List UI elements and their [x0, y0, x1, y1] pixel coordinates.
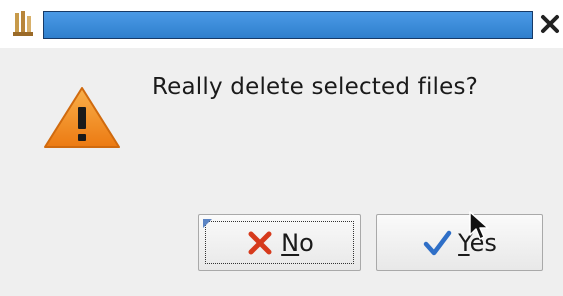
title-bar[interactable]	[0, 0, 563, 48]
mouse-cursor-icon	[469, 211, 489, 240]
yes-mnemonic: Y	[458, 228, 470, 257]
x-mark-icon	[248, 231, 272, 254]
no-button-label: No	[281, 229, 314, 257]
no-button[interactable]: No	[198, 214, 361, 271]
checkmark-icon	[423, 230, 452, 255]
no-mnemonic: N	[281, 228, 300, 257]
yes-button[interactable]: Yes	[376, 214, 543, 271]
close-icon[interactable]	[540, 14, 560, 34]
confirm-message: Really delete selected files?	[152, 74, 479, 100]
app-icon	[13, 11, 33, 36]
title-bar-fill	[43, 11, 533, 39]
warning-triangle-icon	[44, 87, 120, 148]
no-label-rest: o	[299, 228, 314, 257]
